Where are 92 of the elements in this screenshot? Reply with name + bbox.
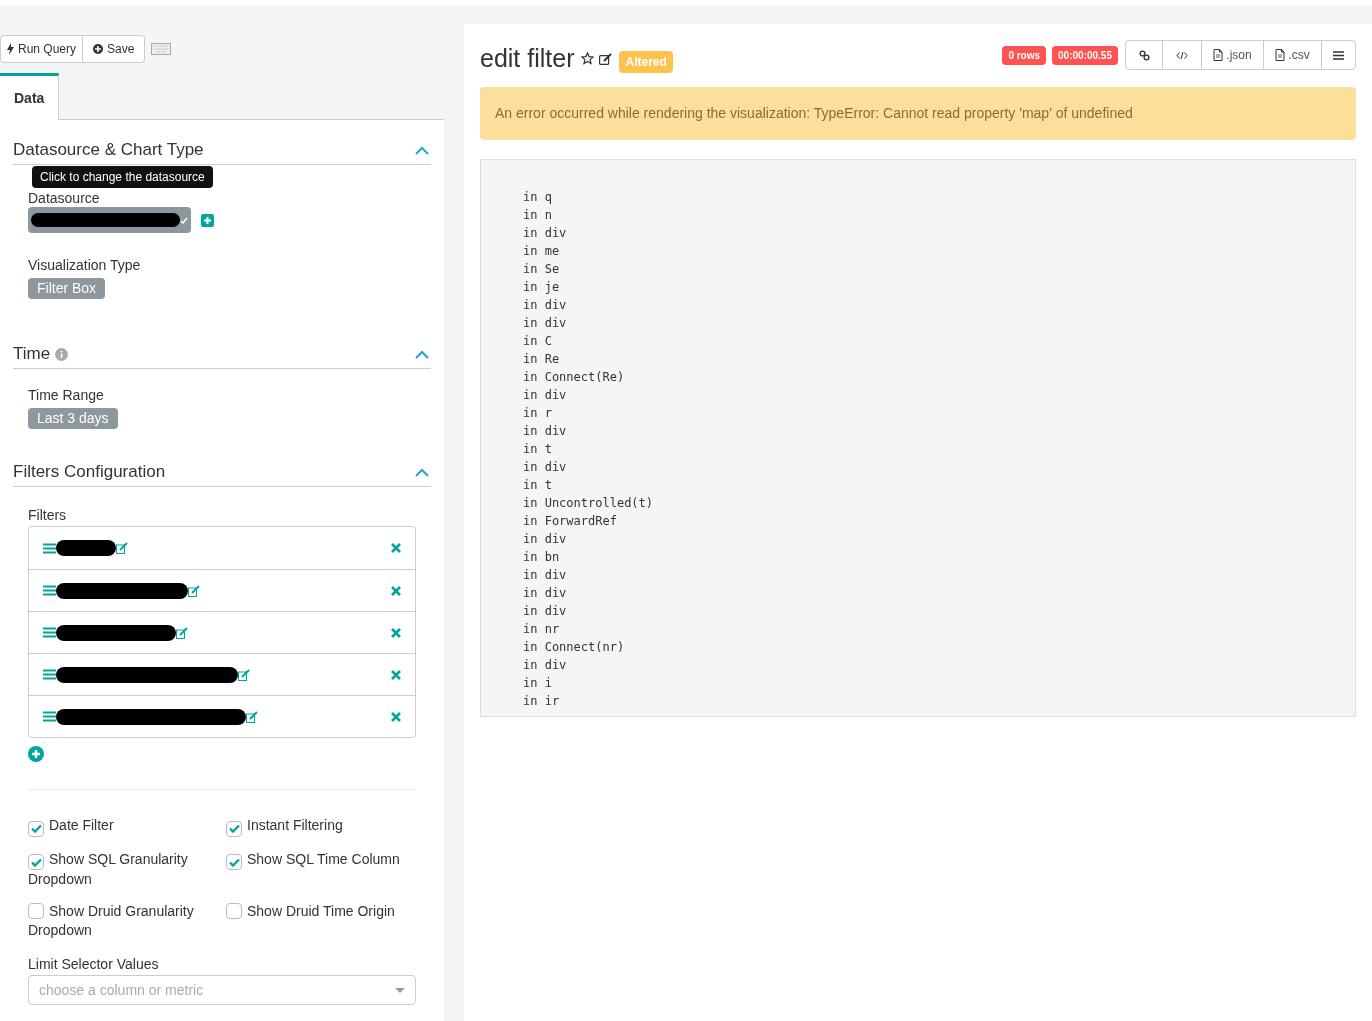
checkbox-option[interactable]: Instant Filtering	[226, 816, 416, 837]
section-title: Time	[13, 343, 51, 366]
row-count-badge: 0 rows	[1002, 45, 1047, 65]
remove-icon[interactable]	[391, 669, 401, 680]
lightning-icon	[7, 43, 14, 55]
stack-trace-line: in r	[523, 404, 553, 422]
stack-trace-line: in nr	[523, 620, 561, 638]
file-icon	[1213, 49, 1224, 61]
checkbox-option[interactable]: Show Druid Time Origin	[226, 902, 416, 940]
stack-trace-line: in n	[523, 206, 553, 224]
stack-trace-line: in bn	[523, 548, 561, 566]
stack-trace-line: in je	[523, 278, 561, 296]
edit-icon[interactable]	[599, 52, 613, 65]
remove-icon[interactable]	[391, 711, 401, 722]
stack-trace-line: in div	[523, 422, 568, 440]
field-label: Limit Selector Values	[28, 955, 160, 974]
stack-trace-line: in div	[523, 386, 568, 404]
remove-icon[interactable]	[391, 543, 401, 553]
checkbox[interactable]	[226, 820, 242, 837]
link-button[interactable]	[1125, 40, 1163, 70]
menu-icon	[1333, 50, 1344, 60]
checkbox-option[interactable]: Date Filter	[28, 816, 218, 837]
checkbox-option[interactable]: Show Druid Granularity Dropdown	[28, 902, 218, 940]
code-icon	[1176, 50, 1188, 60]
drag-handle-icon[interactable]	[43, 542, 56, 554]
csv-button[interactable]: .csv	[1263, 40, 1322, 70]
stack-trace-line: in div	[523, 656, 568, 674]
stack-trace-line: in Se	[523, 260, 561, 278]
link-icon	[1138, 49, 1150, 61]
menu-button[interactable]	[1321, 40, 1356, 70]
section-title: Datasource & Chart Type	[13, 139, 204, 162]
info-icon	[55, 347, 69, 361]
stack-trace-line: in Uncontrolled(t)	[523, 494, 655, 512]
collapse-icon[interactable]	[415, 145, 429, 155]
stack-trace-line: in div	[523, 566, 568, 584]
stack-trace-line: in ir	[523, 692, 561, 710]
checkbox[interactable]	[226, 854, 242, 870]
stack-trace-line: in div	[523, 530, 568, 548]
run-query-button[interactable]: Run Query	[0, 35, 84, 63]
add-filter-icon[interactable]	[28, 746, 44, 762]
check-icon	[180, 216, 188, 224]
collapse-icon[interactable]	[415, 467, 429, 477]
file-icon	[1275, 49, 1286, 61]
star-icon[interactable]	[581, 52, 595, 66]
timer-badge: 00:00:00.55	[1052, 45, 1118, 65]
field-label: Time Range	[28, 386, 105, 405]
collapse-icon[interactable]	[415, 349, 429, 359]
remove-icon[interactable]	[391, 585, 401, 596]
dropdown-caret-icon	[395, 987, 405, 993]
stack-trace-line: in ForwardRef	[523, 512, 618, 530]
stack-trace-line: in div	[523, 314, 568, 332]
altered-badge: Altered	[619, 50, 673, 73]
save-button[interactable]: Save	[83, 35, 146, 63]
drag-handle-icon[interactable]	[43, 585, 56, 596]
stack-trace-line: in t	[523, 440, 553, 458]
field-label: Filters	[28, 506, 68, 525]
section-title: Filters Configuration	[13, 461, 166, 484]
field-label: Visualization Type	[28, 256, 142, 275]
stack-trace-line: in div	[523, 584, 568, 602]
checkbox[interactable]	[226, 903, 242, 919]
checkbox[interactable]	[28, 854, 44, 870]
stack-trace-line: in i	[523, 674, 553, 692]
drag-handle-icon[interactable]	[43, 669, 56, 680]
stack-trace-line: in div	[523, 296, 568, 314]
stack-trace-line: in Connect(Re)	[523, 368, 626, 386]
redaction-mark	[56, 539, 116, 557]
datasource-selector[interactable]	[28, 207, 191, 233]
error-alert: An error occurred while rendering the visualization: TypeError: Cannot read property 'map' of undefined	[480, 86, 1356, 140]
stack-trace-line: in t	[523, 476, 553, 494]
checkbox[interactable]	[28, 820, 44, 837]
checkbox-option[interactable]: Show SQL Granularity Dropdown	[28, 849, 218, 889]
stack-trace-line: in Connect(nr)	[523, 638, 626, 656]
field-label: Datasource	[28, 191, 100, 205]
json-button[interactable]: .json	[1201, 40, 1264, 70]
stack-trace-line: in div	[523, 458, 568, 476]
drag-handle-icon[interactable]	[43, 711, 56, 722]
stack-trace-line: in div	[523, 224, 568, 242]
checkbox[interactable]	[28, 903, 44, 919]
add-icon[interactable]	[201, 213, 214, 227]
chart-title: edit filter	[480, 43, 575, 74]
drag-handle-icon[interactable]	[43, 627, 56, 638]
stack-trace-line: in q	[523, 188, 553, 206]
stack-trace-line: in me	[523, 242, 561, 260]
checkbox-option[interactable]: Show SQL Time Column	[226, 849, 416, 889]
stack-trace-line: in C	[523, 332, 553, 350]
keyboard-icon[interactable]	[151, 43, 172, 55]
stack-trace-line: in div	[523, 602, 568, 620]
tab[interactable]: Data	[0, 73, 60, 120]
stack-trace-line: in Re	[523, 350, 561, 368]
tooltip: Click to change the datasource	[32, 166, 213, 188]
plus-circle-icon	[93, 44, 104, 54]
remove-icon[interactable]	[391, 627, 401, 638]
